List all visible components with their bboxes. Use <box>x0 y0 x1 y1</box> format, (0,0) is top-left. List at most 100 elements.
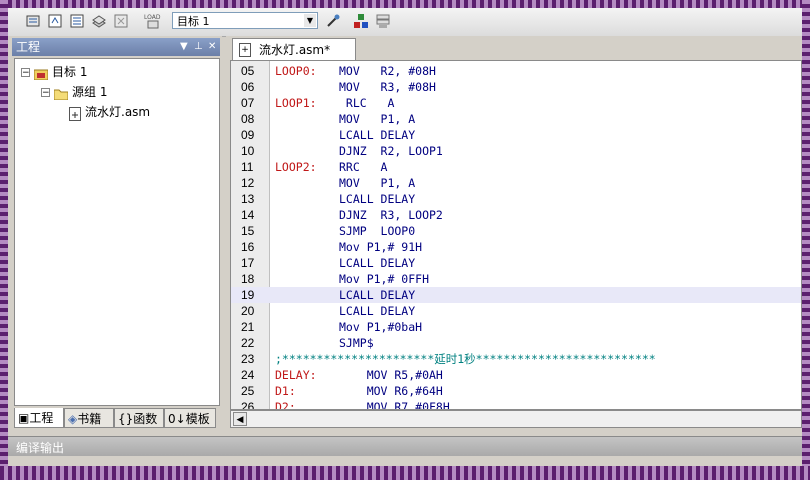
line-number: 20 <box>241 304 255 318</box>
code-instruction: Mov P1,# 91H <box>339 240 423 254</box>
tab-project[interactable]: ▣工程 <box>14 408 64 428</box>
code-line[interactable]: 12 MOV P1, A <box>231 175 801 191</box>
code-line[interactable]: 10 DJNZ R2, LOOP1 <box>231 143 801 159</box>
code-line[interactable]: 23 ;**********************延时1秒***********… <box>231 351 801 367</box>
code-line[interactable]: 06 MOV R3, #08H <box>231 79 801 95</box>
stop-build-icon[interactable] <box>112 12 130 30</box>
code-instruction: DJNZ R2, LOOP1 <box>339 144 443 158</box>
file-tab-label: 流水灯.asm* <box>259 43 331 57</box>
code-instruction: RRC A <box>339 160 388 174</box>
line-number: 07 <box>241 96 255 110</box>
code-editor[interactable]: 05 LOOP0: MOV R2, #08H 06 MOV R3, #08H 07 LOOP… <box>230 60 802 410</box>
build-toolbar: LOAD 目标 1 ▼ <box>8 8 802 37</box>
code-line[interactable]: 24 DELAY: MOV R5,#0AH <box>231 367 801 383</box>
tree-item-target[interactable]: − 目标 1 <box>21 63 87 81</box>
code-line[interactable]: 07 LOOP1: RLC A <box>231 95 801 111</box>
tree-item-source-group[interactable]: − 源组 1 <box>41 83 107 101</box>
code-line[interactable]: 09 LCALL DELAY <box>231 127 801 143</box>
tab-templates-label: 模板 <box>185 412 210 426</box>
rebuild-icon[interactable] <box>68 12 86 30</box>
code-line[interactable]: 16 Mov P1,# 91H <box>231 239 801 255</box>
collapse-icon[interactable]: − <box>41 88 50 98</box>
editor-area: + 流水灯.asm* 05 LOOP0: MOV R2, #08H 06 MOV R3,… <box>226 36 802 434</box>
code-line[interactable]: 18 Mov P1,# 0FFH <box>231 271 801 287</box>
collapse-icon[interactable]: − <box>21 68 30 78</box>
code-instruction: MOV R2, #08H <box>339 64 436 78</box>
code-instruction: LCALL DELAY <box>339 192 416 206</box>
line-number: 12 <box>241 176 255 190</box>
line-number: 14 <box>241 208 255 222</box>
chevron-down-icon[interactable]: ▼ <box>304 14 316 27</box>
select-packs-icon[interactable] <box>374 12 392 30</box>
tab-books[interactable]: ◈书籍 <box>64 408 114 428</box>
code-line[interactable]: 17 LCALL DELAY <box>231 255 801 271</box>
tab-file[interactable]: + 流水灯.asm* <box>232 38 356 60</box>
code-line[interactable]: 08 MOV P1, A <box>231 111 801 127</box>
target-select-value: 目标 1 <box>177 15 210 28</box>
project-panel-title: 工程 <box>16 40 41 54</box>
tab-books-label: 书籍 <box>77 412 102 426</box>
code-line[interactable]: 14 DJNZ R3, LOOP2 <box>231 207 801 223</box>
books-tab-icon: ◈ <box>68 412 78 426</box>
line-number: 08 <box>241 112 255 126</box>
line-number: 15 <box>241 224 255 238</box>
code-label: LOOP0: <box>275 64 317 78</box>
code-line[interactable]: 26 D2: MOV R7,#0F8H <box>231 399 801 410</box>
code-instruction: LCALL DELAY <box>339 128 416 142</box>
line-number: 06 <box>241 80 255 94</box>
close-icon[interactable]: ✕ <box>208 38 216 56</box>
code-line[interactable]: 22 SJMP$ <box>231 335 801 351</box>
frame-right-border <box>802 0 810 480</box>
code-instruction: MOV R6,#64H <box>339 384 443 398</box>
code-comment: ;**********************延时1秒*************… <box>275 352 656 366</box>
code-label: DELAY: <box>275 368 317 382</box>
tree-item-file-label: 流水灯.asm <box>85 105 151 119</box>
tree-item-file[interactable]: 流水灯.asm <box>69 103 150 121</box>
line-number: 09 <box>241 128 255 142</box>
code-instruction: RLC A <box>339 96 395 110</box>
project-tab-icon: ▣ <box>18 411 30 425</box>
build-icon[interactable] <box>46 12 64 30</box>
code-instruction: MOV P1, A <box>339 176 416 190</box>
code-line[interactable]: 13 LCALL DELAY <box>231 191 801 207</box>
code-instruction: Mov P1,# 0FFH <box>339 272 430 286</box>
line-number: 05 <box>241 64 255 78</box>
target-select[interactable]: 目标 1 ▼ <box>172 12 318 29</box>
tab-templates[interactable]: 0↓模板 <box>164 408 216 428</box>
code-line[interactable]: 15 SJMP LOOP0 <box>231 223 801 239</box>
chevron-down-icon[interactable]: ▼ <box>180 38 188 56</box>
code-line[interactable]: 05 LOOP0: MOV R2, #08H <box>231 63 801 79</box>
manage-components-icon[interactable] <box>352 12 370 30</box>
batch-build-icon[interactable] <box>90 12 108 30</box>
line-number: 18 <box>241 272 255 286</box>
tab-functions-label: 函数 <box>133 412 158 426</box>
code-label: D2: <box>275 400 296 410</box>
frame-bottom-border <box>0 466 810 480</box>
ide-window: LOAD 目标 1 ▼ 工程 ▼ ⊥ ✕ − 目标 1 − 源组 1 流水灯.a… <box>8 8 802 466</box>
code-instruction: LCALL DELAY <box>339 256 416 270</box>
line-number: 13 <box>241 192 255 206</box>
line-number: 19 <box>241 288 255 302</box>
project-panel-header: 工程 ▼ ⊥ ✕ <box>12 38 220 56</box>
code-instruction: MOV R5,#0AH <box>339 368 443 382</box>
panel-tabs: ▣工程 ◈书籍 {}函数 0↓模板 <box>14 408 220 430</box>
code-line[interactable]: 11 LOOP2: RRC A <box>231 159 801 175</box>
code-label: LOOP2: <box>275 160 317 174</box>
code-line[interactable]: 19 LCALL DELAY <box>231 287 801 303</box>
code-line[interactable]: 20 LCALL DELAY <box>231 303 801 319</box>
frame-top-border <box>0 0 810 8</box>
target-options-icon[interactable] <box>324 12 342 30</box>
line-number: 17 <box>241 256 255 270</box>
tab-functions[interactable]: {}函数 <box>114 408 164 428</box>
horizontal-scrollbar[interactable]: ◀ <box>230 410 802 428</box>
line-number: 11 <box>241 160 254 174</box>
frame-left-border <box>0 0 8 480</box>
templates-tab-icon: 0↓ <box>168 412 186 426</box>
code-line[interactable]: 25 D1: MOV R6,#64H <box>231 383 801 399</box>
asm-file-icon <box>69 106 81 121</box>
pin-icon[interactable]: ⊥ <box>194 38 203 56</box>
translate-icon[interactable] <box>24 12 42 30</box>
scroll-left-icon[interactable]: ◀ <box>233 412 247 426</box>
code-line[interactable]: 21 Mov P1,#0baH <box>231 319 801 335</box>
download-icon[interactable]: LOAD <box>142 12 164 30</box>
